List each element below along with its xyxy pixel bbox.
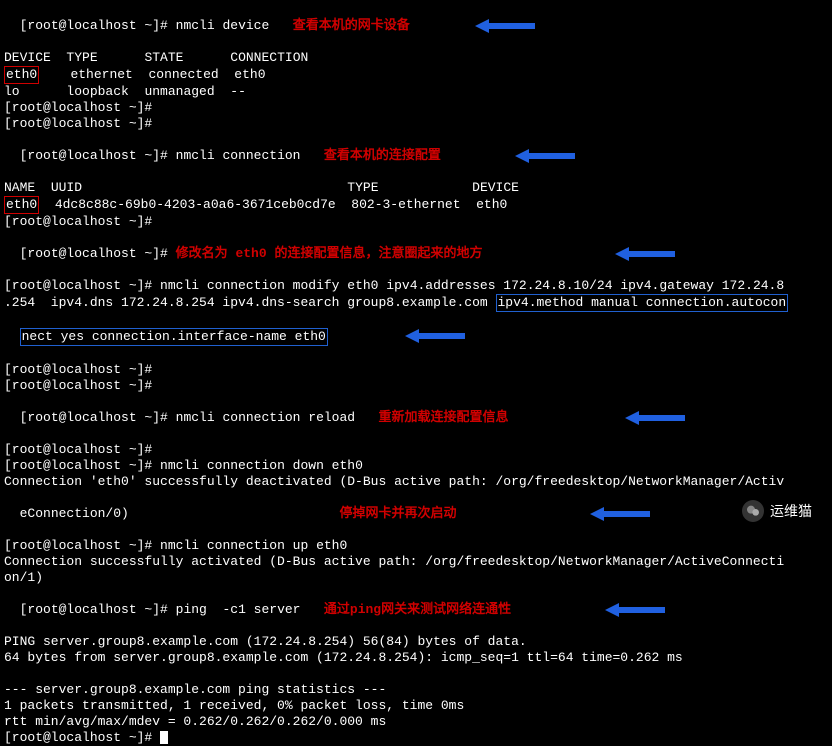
annotation: 修改名为 eth0 的连接配置信息，注意圈起来的地方 [176,246,483,261]
table-row: eth0 4dc8c88c-69b0-4203-a0a6-3671ceb0cd7… [4,196,828,214]
arrow-icon [559,491,619,505]
output-line [4,666,828,682]
table-row: lo loopback unmanaged -- [4,84,828,100]
output-line: Connection successfully activated (D-Bus… [4,554,828,570]
command: nmcli connection down eth0 [160,458,363,473]
cursor [160,731,168,744]
highlighted-connection: eth0 [4,196,39,214]
terminal-line: [root@localhost ~]# nmcli connection rel… [4,394,828,442]
annotation: 查看本机的连接配置 [324,148,441,163]
arrow-icon [444,3,504,17]
terminal-line: [root@localhost ~]# [4,362,828,378]
terminal-line: [root@localhost ~]# 修改名为 eth0 的连接配置信息，注意… [4,230,828,278]
terminal-line: [root@localhost ~]# nmcli connection up … [4,538,828,554]
arrow-icon [594,395,654,409]
output-line: Connection 'eth0' successfully deactivat… [4,474,828,490]
annotation: 重新加载连接配置信息 [379,410,509,425]
arrow-icon [484,133,544,147]
watermark-text: 运维猫 [770,503,812,519]
command: nmcli device [176,18,270,33]
terminal-line: [root@localhost ~]# nmcli connection mod… [4,278,828,294]
highlighted-device: eth0 [4,66,39,84]
output-line: rtt min/avg/max/mdev = 0.262/0.262/0.262… [4,714,828,730]
command: nmcli connection reload [176,410,355,425]
terminal-line: [root@localhost ~]# [4,378,828,394]
command: .254 ipv4.dns 172.24.8.254 ipv4.dns-sear… [4,295,488,310]
prompt: [root@localhost ~]# [20,18,168,33]
table-header: NAME UUID TYPE DEVICE [4,180,828,196]
output-line: PING server.group8.example.com (172.24.8… [4,634,828,650]
terminal-line: [root@localhost ~]# [4,730,828,746]
annotation: 查看本机的网卡设备 [293,18,410,33]
terminal-line: [root@localhost ~]# ping -c1 server 通过pi… [4,586,828,634]
terminal-line: [root@localhost ~]# [4,442,828,458]
terminal-line: [root@localhost ~]# [4,214,828,230]
arrow-icon [374,313,434,327]
annotation: 通过ping网关来测试网络连通性 [324,602,511,617]
arrow-icon [584,231,644,245]
command: ping -c1 server [176,602,301,617]
annotation: 停掉网卡并再次启动 [339,506,456,521]
output-line: on/1) [4,570,828,586]
output-line: 1 packets transmitted, 1 received, 0% pa… [4,698,828,714]
wechat-icon [742,500,764,522]
terminal-line: .254 ipv4.dns 172.24.8.254 ipv4.dns-sear… [4,294,828,312]
command: nmcli connection modify eth0 ipv4.addres… [160,278,784,293]
output-line: --- server.group8.example.com ping stati… [4,682,828,698]
command: nmcli connection [176,148,301,163]
highlighted-option: nect yes connection.interface-name eth0 [20,328,328,346]
command: nmcli connection up eth0 [160,538,347,553]
table-row: eth0 ethernet connected eth0 [4,66,828,84]
watermark: 运维猫 [742,500,812,522]
terminal-line: [root@localhost ~]# nmcli connection dow… [4,458,828,474]
terminal-line: [root@localhost ~]# nmcli connection 查看本… [4,132,828,180]
highlighted-option: ipv4.method manual connection.autocon [496,294,789,312]
output-line: 64 bytes from server.group8.example.com … [4,650,828,666]
terminal-line: [root@localhost ~]# [4,100,828,116]
arrow-icon [574,587,634,601]
terminal-line: [root@localhost ~]# nmcli device 查看本机的网卡… [4,2,828,50]
terminal-line: nect yes connection.interface-name eth0 [4,312,828,362]
output-line: eConnection/0) 停掉网卡并再次启动 [4,490,828,538]
terminal-line: [root@localhost ~]# [4,116,828,132]
table-header: DEVICE TYPE STATE CONNECTION [4,50,828,66]
